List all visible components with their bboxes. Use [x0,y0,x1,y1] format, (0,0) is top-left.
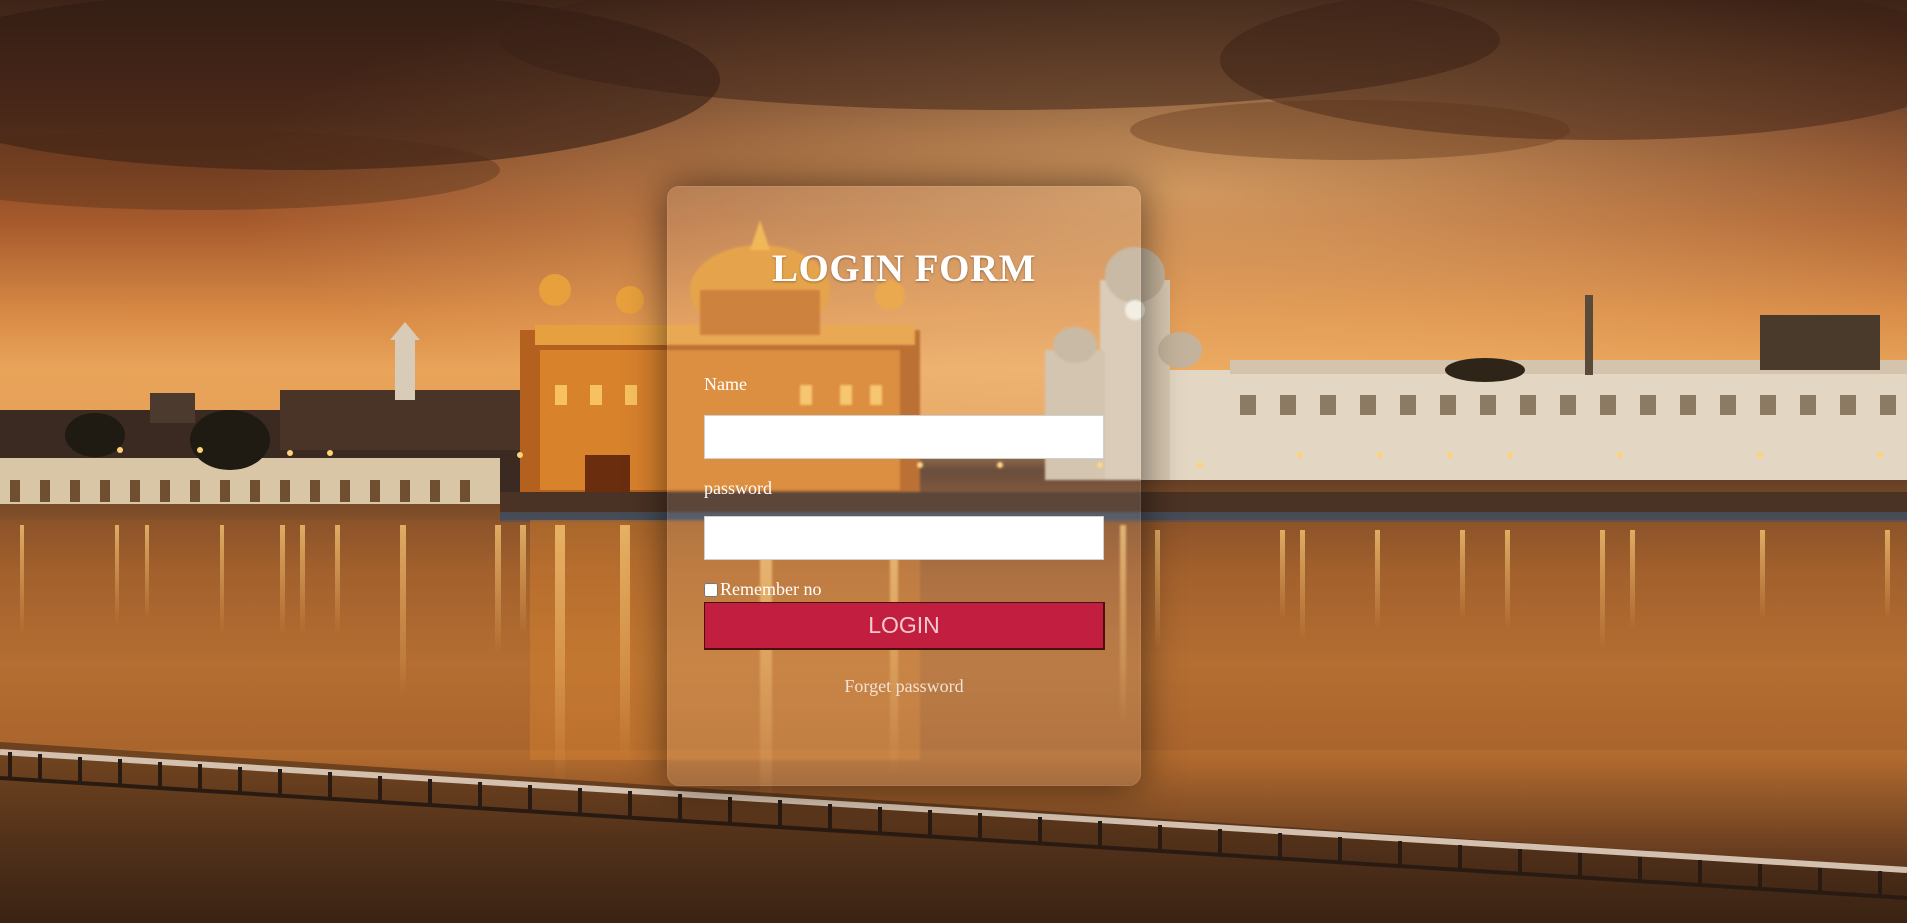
password-label: password [704,478,772,498]
login-card: LOGIN FORM Name password Remember no LOG… [667,186,1141,786]
forget-password-link[interactable]: Forget password [667,676,1141,697]
name-input[interactable] [704,415,1104,459]
login-form-title: LOGIN FORM [772,247,1036,290]
login-button[interactable]: LOGIN [704,602,1105,650]
name-label: Name [704,374,747,394]
remember-me-label[interactable]: Remember no [720,579,821,600]
remember-me-row: Remember no [704,579,821,600]
password-input[interactable] [704,516,1104,560]
remember-me-checkbox[interactable] [704,582,718,597]
